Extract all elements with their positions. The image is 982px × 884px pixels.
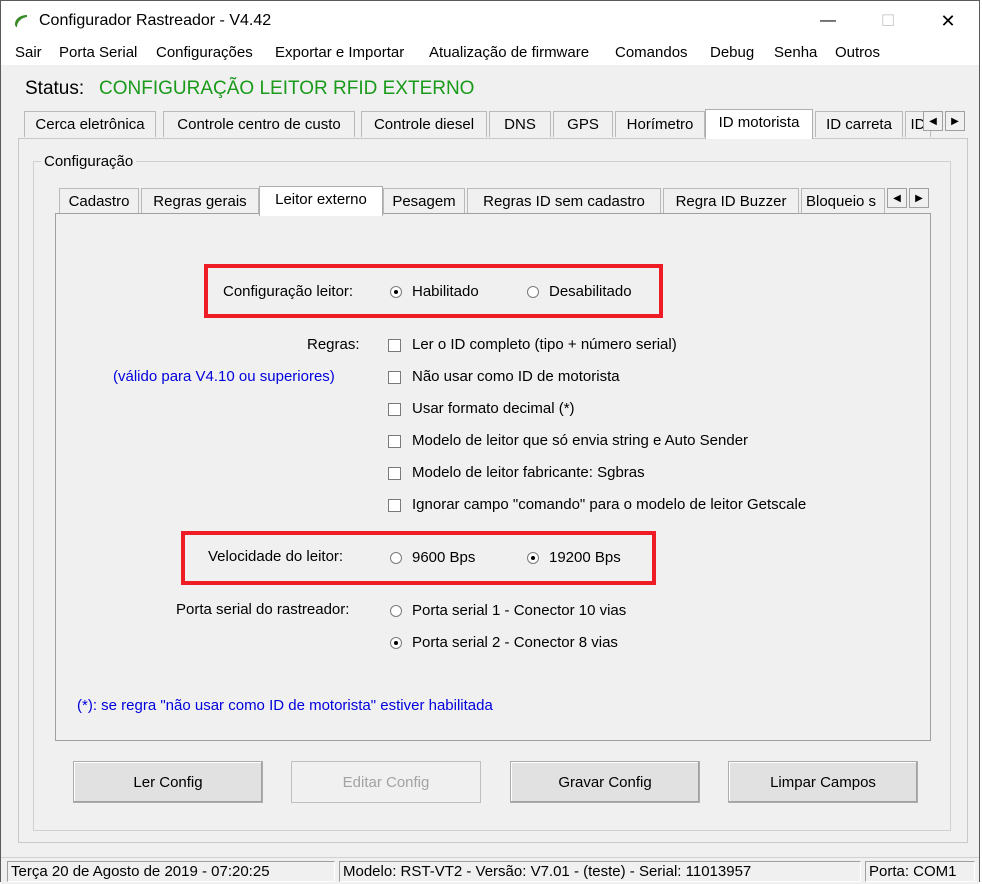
radio-desabilitado[interactable] bbox=[527, 286, 539, 298]
porta-serial-label: Porta serial do rastreador: bbox=[176, 601, 350, 618]
tab-pesagem[interactable]: Pesagem bbox=[383, 188, 465, 214]
app-logo-icon bbox=[15, 15, 27, 27]
menu-sair[interactable]: Sair bbox=[15, 44, 42, 61]
subtab-scroll-left-icon[interactable]: ◀ bbox=[887, 188, 907, 208]
status-bar: Terça 20 de Agosto de 2019 - 07:20:25 Mo… bbox=[1, 857, 979, 884]
menu-exportar-importar[interactable]: Exportar e Importar bbox=[275, 44, 404, 61]
tab-bloqueio-truncated[interactable]: Bloqueio s bbox=[801, 188, 885, 214]
radio-19200[interactable] bbox=[527, 552, 539, 564]
menu-configuracoes[interactable]: Configurações bbox=[156, 44, 253, 61]
sub-tabs: Cadastro Regras gerais Leitor externo Pe… bbox=[55, 186, 929, 216]
radio-porta-serial-1[interactable] bbox=[390, 605, 402, 617]
menu-comandos[interactable]: Comandos bbox=[615, 44, 688, 61]
tab-controle-diesel[interactable]: Controle diesel bbox=[361, 111, 487, 137]
radio-19200-label[interactable]: 19200 Bps bbox=[549, 549, 621, 566]
app-window: Configurador Rastreador - V4.42 — ☐ ✕ Sa… bbox=[0, 0, 980, 884]
tab-leitor-externo[interactable]: Leitor externo bbox=[259, 186, 383, 216]
check-nao-usar-id-motorista-label[interactable]: Não usar como ID de motorista bbox=[412, 368, 620, 385]
check-getscale[interactable] bbox=[388, 499, 401, 512]
radio-porta-serial-2[interactable] bbox=[390, 637, 402, 649]
minimize-button[interactable]: — bbox=[805, 1, 851, 41]
tab-regras-id-sem-cadastro[interactable]: Regras ID sem cadastro bbox=[467, 188, 661, 214]
tab-controle-centro-custo[interactable]: Controle centro de custo bbox=[163, 111, 355, 137]
menu-atualizacao-firmware[interactable]: Atualização de firmware bbox=[429, 44, 589, 61]
radio-porta-serial-2-label[interactable]: Porta serial 2 - Conector 8 vias bbox=[412, 634, 618, 651]
limpar-campos-button[interactable]: Limpar Campos bbox=[728, 761, 918, 803]
maximize-button[interactable]: ☐ bbox=[865, 1, 911, 41]
menu-bar: Sair Porta Serial Configurações Exportar… bbox=[1, 41, 979, 65]
radio-porta-serial-1-label[interactable]: Porta serial 1 - Conector 10 vias bbox=[412, 602, 626, 619]
menu-debug[interactable]: Debug bbox=[710, 44, 754, 61]
sub-tabs-scroll: ◀ ▶ bbox=[887, 188, 931, 210]
check-ler-id-completo-label[interactable]: Ler o ID completo (tipo + número serial) bbox=[412, 336, 677, 353]
gravar-config-button[interactable]: Gravar Config bbox=[510, 761, 700, 803]
tab-regras-gerais[interactable]: Regras gerais bbox=[141, 188, 259, 214]
ler-config-button[interactable]: Ler Config bbox=[73, 761, 263, 803]
tab-scroll-right-icon[interactable]: ▶ bbox=[945, 111, 965, 131]
radio-9600-label[interactable]: 9600 Bps bbox=[412, 549, 475, 566]
menu-porta-serial[interactable]: Porta Serial bbox=[59, 44, 137, 61]
check-formato-decimal-label[interactable]: Usar formato decimal (*) bbox=[412, 400, 575, 417]
main-tabs-scroll: ◀ ▶ bbox=[923, 111, 967, 133]
statusbar-datetime: Terça 20 de Agosto de 2019 - 07:20:25 bbox=[7, 861, 335, 882]
radio-9600[interactable] bbox=[390, 552, 402, 564]
velocidade-label: Velocidade do leitor: bbox=[208, 548, 344, 565]
menu-senha[interactable]: Senha bbox=[774, 44, 817, 61]
tab-dns[interactable]: DNS bbox=[489, 111, 551, 137]
tab-regra-id-buzzer[interactable]: Regra ID Buzzer bbox=[663, 188, 799, 214]
regras-version-note: (válido para V4.10 ou superiores) bbox=[113, 368, 335, 385]
check-nao-usar-id-motorista[interactable] bbox=[388, 371, 401, 384]
regras-label: Regras: bbox=[307, 336, 360, 353]
tab-cerca-eletronica[interactable]: Cerca eletrônica bbox=[24, 111, 156, 137]
check-auto-sender[interactable] bbox=[388, 435, 401, 448]
tab-scroll-left-icon[interactable]: ◀ bbox=[923, 111, 943, 131]
check-sgbras[interactable] bbox=[388, 467, 401, 480]
menu-outros[interactable]: Outros bbox=[835, 44, 880, 61]
subtab-scroll-right-icon[interactable]: ▶ bbox=[909, 188, 929, 208]
statusbar-porta: Porta: COM1 bbox=[865, 861, 975, 882]
radio-desabilitado-label[interactable]: Desabilitado bbox=[549, 283, 632, 300]
check-formato-decimal[interactable] bbox=[388, 403, 401, 416]
maximize-icon: ☐ bbox=[880, 13, 896, 30]
tab-gps[interactable]: GPS bbox=[553, 111, 613, 137]
radio-habilitado[interactable] bbox=[390, 286, 402, 298]
statusbar-modelo: Modelo: RST-VT2 - Versão: V7.01 - (teste… bbox=[339, 861, 861, 882]
status-label: Status: bbox=[25, 78, 85, 99]
tab-cadastro[interactable]: Cadastro bbox=[59, 188, 139, 214]
check-auto-sender-label[interactable]: Modelo de leitor que só envia string e A… bbox=[412, 432, 748, 449]
check-getscale-label[interactable]: Ignorar campo "comando" para o modelo de… bbox=[412, 496, 806, 513]
groupbox-title: Configuração bbox=[41, 153, 137, 170]
tab-horimetro[interactable]: Horímetro bbox=[615, 111, 705, 137]
editar-config-button[interactable]: Editar Config bbox=[291, 761, 481, 803]
title-bar: Configurador Rastreador - V4.42 — ☐ ✕ bbox=[1, 1, 979, 41]
status-value: CONFIGURAÇÃO LEITOR RFID EXTERNO bbox=[99, 78, 475, 99]
close-icon: ✕ bbox=[940, 10, 956, 31]
tab-id-carreta[interactable]: ID carreta bbox=[815, 111, 903, 137]
main-tabs: Cerca eletrônica Controle centro de cust… bbox=[17, 109, 965, 139]
minimize-icon: — bbox=[820, 12, 836, 29]
close-button[interactable]: ✕ bbox=[925, 1, 971, 41]
footnote: (*): se regra "não usar como ID de motor… bbox=[77, 697, 493, 714]
config-leitor-label: Configuração leitor: bbox=[223, 283, 354, 300]
radio-habilitado-label[interactable]: Habilitado bbox=[412, 283, 479, 300]
window-title: Configurador Rastreador - V4.42 bbox=[39, 12, 272, 29]
check-ler-id-completo[interactable] bbox=[388, 339, 401, 352]
check-sgbras-label[interactable]: Modelo de leitor fabricante: Sgbras bbox=[412, 464, 645, 481]
tab-id-motorista[interactable]: ID motorista bbox=[705, 109, 813, 139]
